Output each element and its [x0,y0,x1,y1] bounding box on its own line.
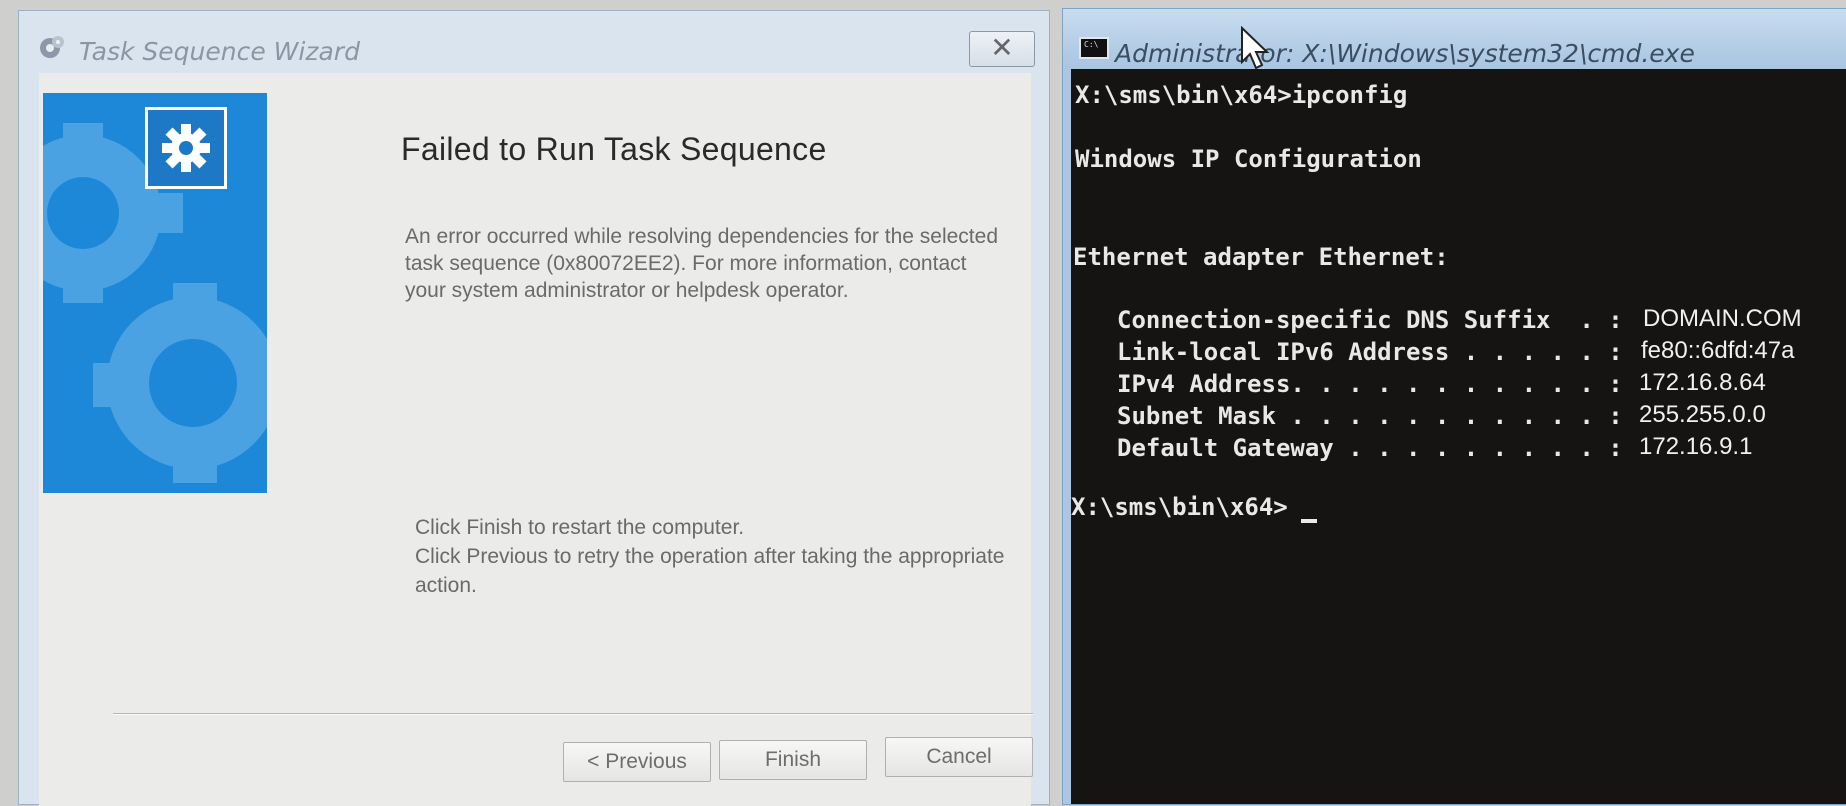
wizard-title: Task Sequence Wizard [79,37,360,66]
console-line-header: Windows IP Configuration [1075,145,1422,173]
cmd-window: C:\ Administrator: X:\Windows\system32\c… [1062,8,1846,805]
console-line-ipv6-label: Link-local IPv6 Address . . . . . : [1117,338,1623,366]
error-line: An error occurred while resolving depend… [405,225,998,248]
text-cursor [1301,519,1317,523]
console-line-ipv6-value: fe80::6dfd:47a [1641,337,1795,364]
wizard-titlebar[interactable]: Task Sequence Wizard ✕ [19,11,1049,71]
error-line: task sequence (0x80072EE2). For more inf… [405,252,967,275]
wizard-content: Failed to Run Task Sequence An error occ… [39,73,1033,806]
console-line-prompt: X:\sms\bin\x64>ipconfig [1075,81,1408,109]
console-line-dns-label: Connection-specific DNS Suffix . : [1117,306,1623,334]
gear-icon [145,107,227,189]
error-line: your system administrator or helpdesk op… [405,279,849,302]
console-line-prompt-current: X:\sms\bin\x64> [1071,493,1288,521]
console-line-mask-label: Subnet Mask . . . . . . . . . . . : [1117,402,1623,430]
instruction-line: Click Previous to retry the operation af… [415,545,1005,568]
previous-button[interactable]: < Previous [563,742,711,782]
separator [113,713,1033,715]
wizard-banner [43,93,267,493]
console-line-gateway-label: Default Gateway . . . . . . . . . : [1117,434,1623,462]
console-line-mask-value: 255.255.0.0 [1639,401,1766,428]
mouse-pointer-icon [1241,26,1270,70]
instruction-line: Click Finish to restart the computer. [415,516,745,539]
console-icon: C:\ [1079,37,1109,59]
console-line-dns-value: DOMAIN.COM [1643,305,1802,332]
cmd-titlebar[interactable]: C:\ Administrator: X:\Windows\system32\c… [1063,9,1846,69]
cancel-button[interactable]: Cancel [885,737,1033,777]
console-line-ipv4-value: 172.16.8.64 [1639,369,1766,396]
console-line-ipv4-label: IPv4 Address. . . . . . . . . . . : [1117,370,1623,398]
cmd-title: Administrator: X:\Windows\system32\cmd.e… [1115,39,1695,68]
instruction-line: action. [415,574,477,597]
instructions: Click Finish to restart the computer. Cl… [415,513,1055,600]
finish-button[interactable]: Finish [719,740,867,780]
close-button[interactable]: ✕ [969,31,1035,67]
console-output[interactable]: X:\sms\bin\x64>ipconfig Windows IP Confi… [1071,69,1846,804]
console-line-gateway-value: 172.16.9.1 [1639,433,1753,460]
wizard-app-icon [40,36,64,58]
console-line-adapter: Ethernet adapter Ethernet: [1073,243,1449,271]
task-sequence-wizard-window: Task Sequence Wizard ✕ Failed to Run Tas… [18,10,1050,806]
close-icon: ✕ [990,31,1014,64]
error-message: An error occurred while resolving depend… [405,223,1045,304]
page-title: Failed to Run Task Sequence [401,131,827,167]
